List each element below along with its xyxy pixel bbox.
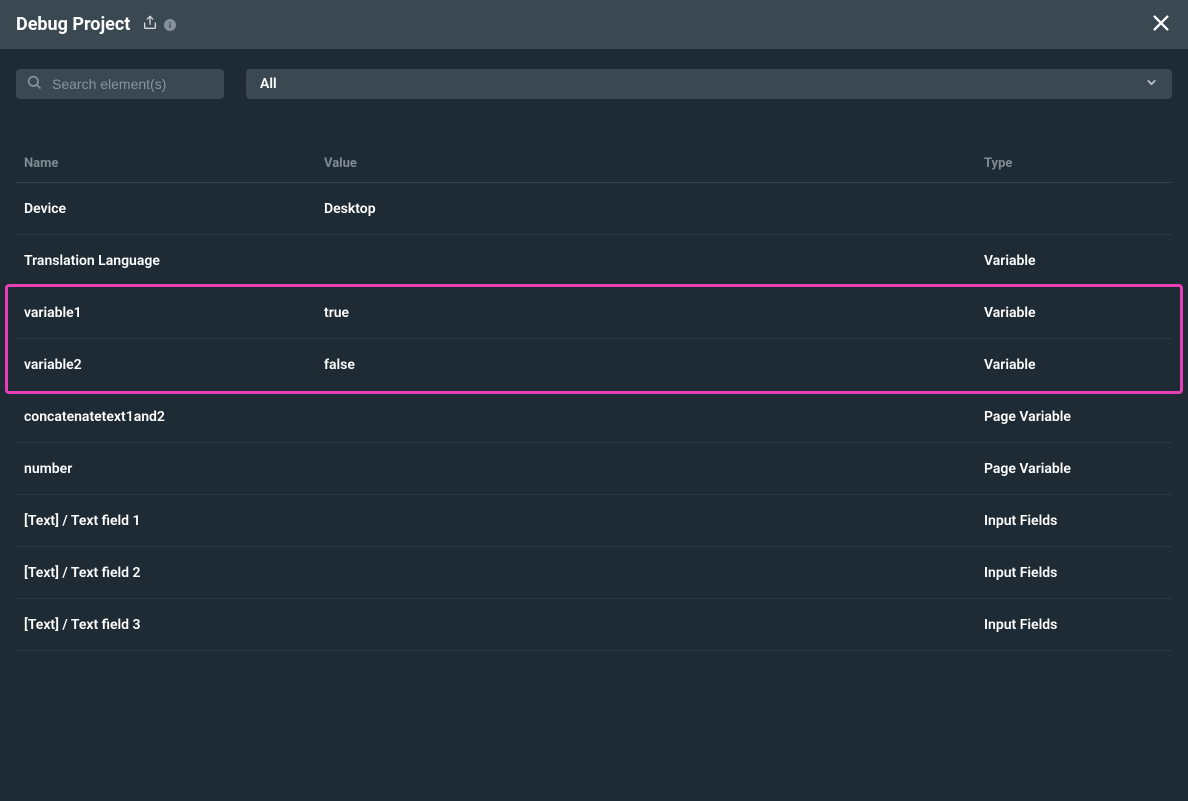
- cell-type: Input Fields: [984, 617, 1164, 633]
- toolbar: All: [0, 49, 1188, 109]
- cell-name: variable1: [24, 305, 324, 321]
- debug-table: Name Value Type Device Desktop Translati…: [0, 145, 1188, 651]
- cell-value: true: [324, 305, 984, 321]
- table-row[interactable]: [Text] / Text field 3 Input Fields: [16, 599, 1172, 651]
- cell-name: number: [24, 461, 324, 477]
- table-row[interactable]: variable1 true Variable: [16, 287, 1172, 339]
- header-bar: Debug Project: [0, 0, 1188, 49]
- cell-name: Translation Language: [24, 253, 324, 269]
- info-icon[interactable]: [164, 19, 176, 31]
- cell-value: Desktop: [324, 201, 984, 217]
- cell-name: [Text] / Text field 2: [24, 565, 324, 581]
- col-name: Name: [24, 156, 324, 171]
- cell-name: [Text] / Text field 3: [24, 617, 324, 633]
- cell-name: Device: [24, 201, 324, 217]
- close-button[interactable]: [1150, 12, 1172, 38]
- cell-type: Input Fields: [984, 565, 1164, 581]
- highlighted-rows: variable1 true Variable variable2 false …: [5, 284, 1183, 394]
- cell-value: false: [324, 357, 984, 373]
- filter-selected-label: All: [260, 76, 277, 92]
- table-row[interactable]: number Page Variable: [16, 443, 1172, 495]
- filter-dropdown[interactable]: All: [246, 69, 1172, 99]
- cell-type: Variable: [984, 305, 1164, 321]
- search-container: [16, 69, 224, 99]
- cell-name: variable2: [24, 357, 324, 373]
- cell-type: Page Variable: [984, 409, 1164, 425]
- table-row[interactable]: Translation Language Variable: [16, 235, 1172, 287]
- cell-type: Variable: [984, 253, 1164, 269]
- cell-type: Page Variable: [984, 461, 1164, 477]
- col-type: Type: [984, 156, 1164, 171]
- search-icon: [26, 74, 42, 94]
- table-row[interactable]: Device Desktop: [16, 183, 1172, 235]
- cell-type: Variable: [984, 357, 1164, 373]
- cell-name: [Text] / Text field 1: [24, 513, 324, 529]
- col-value: Value: [324, 156, 984, 171]
- table-row[interactable]: [Text] / Text field 2 Input Fields: [16, 547, 1172, 599]
- table-row[interactable]: [Text] / Text field 1 Input Fields: [16, 495, 1172, 547]
- table-header: Name Value Type: [16, 145, 1172, 183]
- table-row[interactable]: variable2 false Variable: [16, 339, 1172, 391]
- table-row[interactable]: concatenatetext1and2 Page Variable: [16, 391, 1172, 443]
- header-icons: [142, 15, 176, 35]
- cell-name: concatenatetext1and2: [24, 409, 324, 425]
- page-title: Debug Project: [16, 14, 130, 35]
- cell-type: Input Fields: [984, 513, 1164, 529]
- share-icon[interactable]: [142, 15, 158, 35]
- search-input[interactable]: [52, 76, 233, 92]
- chevron-down-icon: [1145, 76, 1158, 93]
